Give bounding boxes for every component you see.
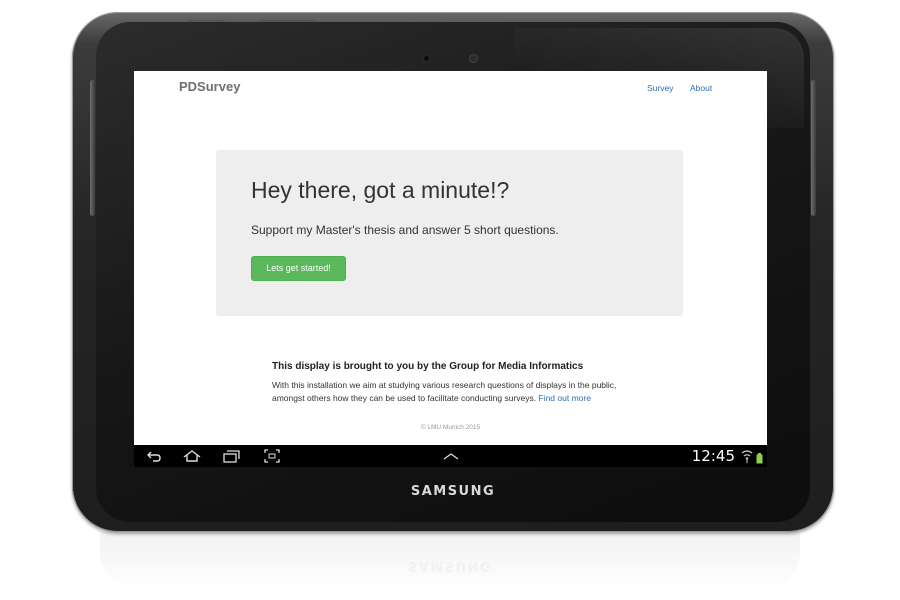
chevron-up-icon[interactable] [441,448,461,464]
clock: 12:45 [691,447,735,465]
home-icon[interactable] [182,448,202,464]
info-heading: This display is brought to you by the Gr… [272,361,584,372]
get-started-button[interactable]: Lets get started! [251,256,346,281]
screenshot-icon[interactable] [262,448,282,464]
nav-link-about[interactable]: About [690,83,712,93]
back-icon[interactable] [144,448,164,464]
navbar: PDSurvey Survey About [134,71,767,105]
info-body: With this installation we aim at studyin… [272,379,632,404]
copyright: © LMU Munich 2015 [420,424,481,431]
front-camera-icon [470,55,477,62]
device-frame: SAMSUNG SAMSUNG PDSurvey Survey About He… [0,0,900,600]
recent-apps-icon[interactable] [222,448,242,464]
tablet-screen: PDSurvey Survey About Hey there, got a m… [134,71,767,467]
app-brand[interactable]: PDSurvey [179,79,240,94]
left-speaker-grille [90,80,95,216]
find-out-more-link[interactable]: Find out more [539,393,591,403]
system-bar: 12:45 [134,445,767,467]
brand-reflection: SAMSUNG [407,558,493,573]
hero-lead: Support my Master's thesis and answer 5 … [251,223,559,237]
light-sensor-icon [424,56,429,61]
wifi-icon [741,449,753,467]
battery-icon [756,451,763,467]
brand-logo: SAMSUNG [410,484,496,499]
hero-panel: Hey there, got a minute!? Support my Mas… [216,150,683,316]
nav-link-survey[interactable]: Survey [647,83,673,93]
right-speaker-grille [811,80,816,216]
info-section: This display is brought to you by the Gr… [272,361,632,404]
hero-title: Hey there, got a minute!? [251,177,510,203]
